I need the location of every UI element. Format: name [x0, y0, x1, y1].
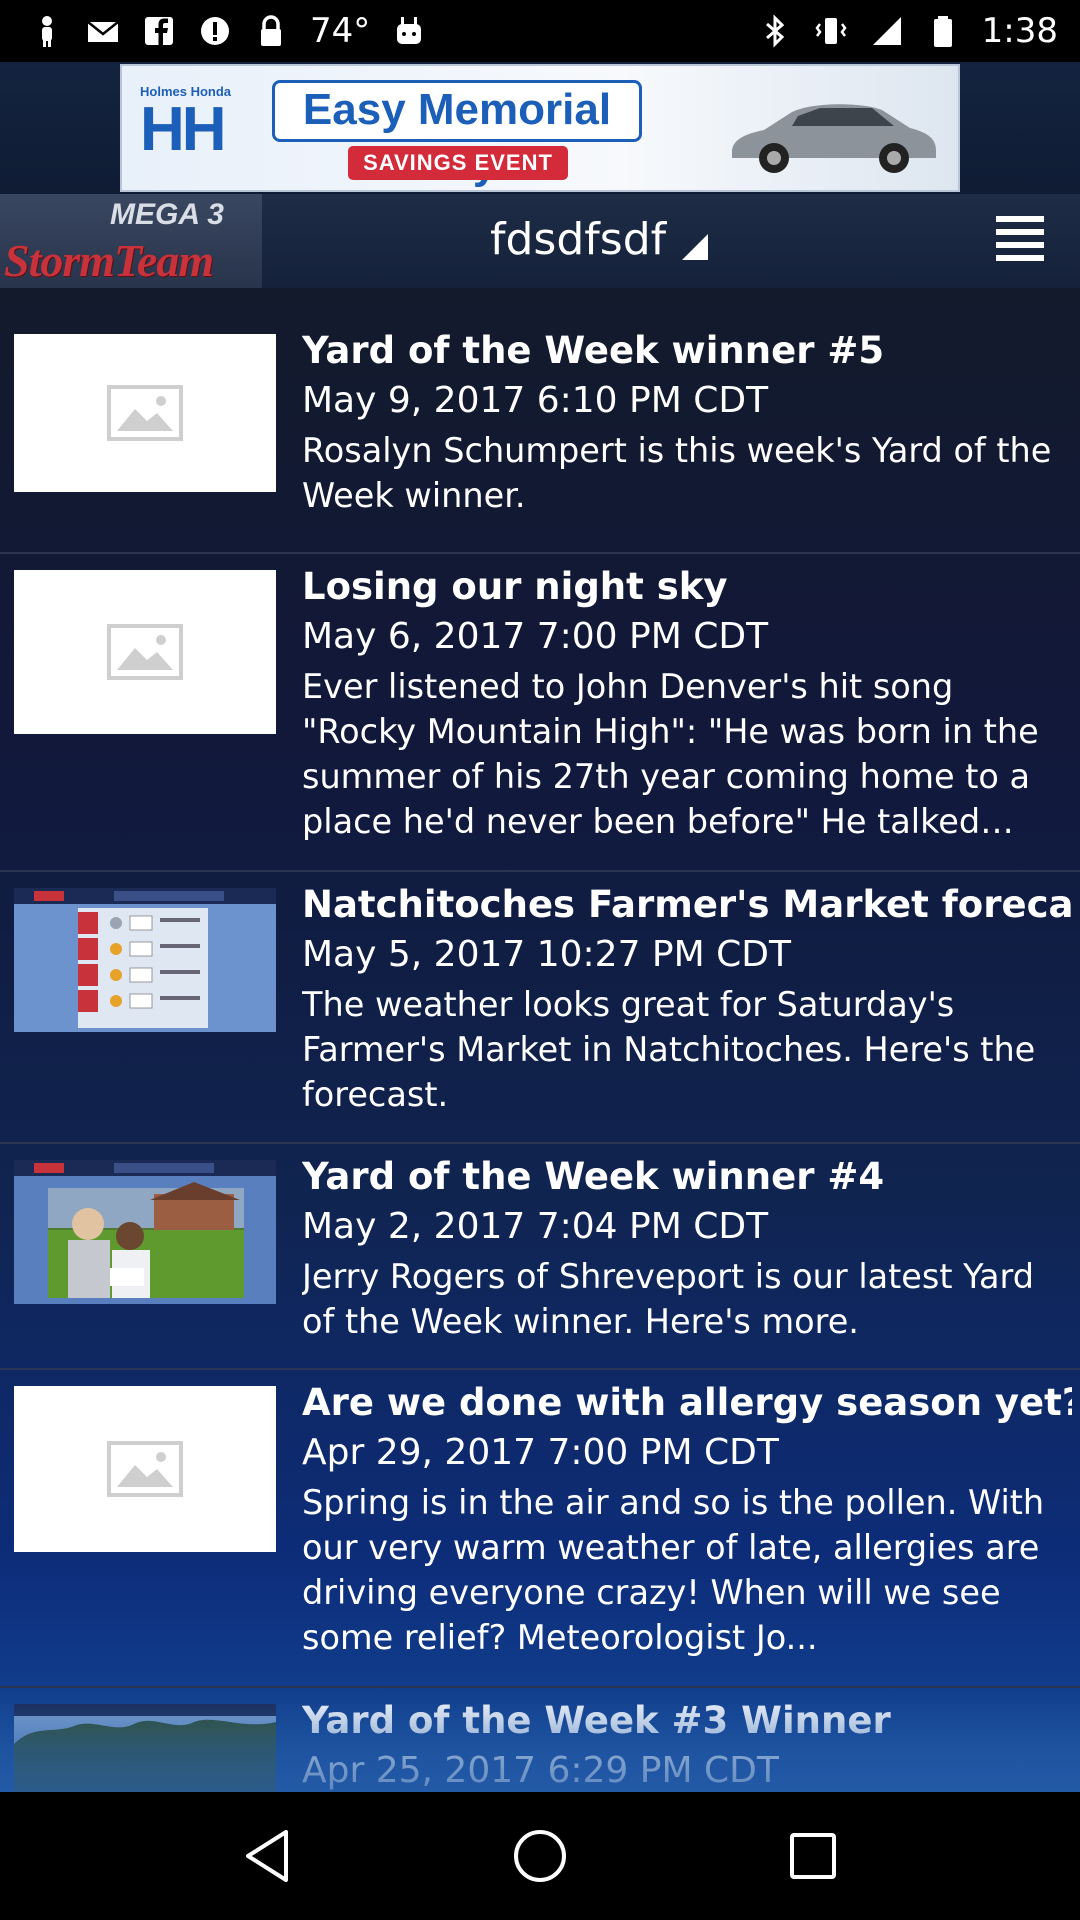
article-item[interactable]: Losing our night sky May 6, 2017 7:00 PM…	[0, 554, 1080, 872]
article-text: Yard of the Week winner #4 May 2, 2017 7…	[302, 1154, 1072, 1344]
article-text: Yard of the Week #3 Winner Apr 25, 2017 …	[302, 1698, 1072, 1792]
logo-top-text: MEGA 3	[110, 198, 224, 231]
bluetooth-icon	[765, 14, 784, 48]
placeholder-image-icon	[107, 1441, 183, 1497]
article-title: Yard of the Week winner #5	[302, 329, 885, 372]
article-item[interactable]: Yard of the Week winner #5 May 9, 2017 6…	[0, 328, 1080, 554]
menu-line-icon	[996, 242, 1044, 248]
article-thumbnail	[14, 334, 276, 492]
menu-line-icon	[996, 255, 1044, 261]
ad-headline: Easy Memorial Day	[272, 80, 642, 188]
article-text: Are we done with allergy season yet? Apr…	[302, 1380, 1072, 1660]
app-header: MEGA 3 StormTeam fdsdfsdf	[0, 194, 1080, 288]
article-summary: Ever listened to John Denver's hit song …	[302, 667, 1039, 841]
article-thumbnail	[14, 1386, 276, 1552]
article-summary: Spring is in the air and so is the polle…	[302, 1483, 1045, 1657]
article-summary: Jerry Rogers of Shreveport is our latest…	[302, 1257, 1034, 1341]
article-date: May 9, 2017 6:10 PM CDT	[302, 380, 769, 421]
ad-banner[interactable]: Holmes Honda HH Easy Memorial Day SAVING…	[120, 64, 960, 192]
placeholder-image-icon	[107, 624, 183, 680]
article-text: Losing our night sky May 6, 2017 7:00 PM…	[302, 564, 1072, 844]
back-button[interactable]	[235, 1824, 299, 1888]
dropdown-triangle-icon	[682, 234, 709, 260]
home-button[interactable]	[508, 1824, 572, 1888]
article-thumbnail	[14, 1160, 276, 1304]
article-date: Apr 25, 2017 6:29 PM CDT	[302, 1750, 779, 1791]
recents-button[interactable]	[781, 1824, 845, 1888]
trees-photo	[14, 1704, 276, 1792]
person-notification-icon	[42, 16, 52, 47]
article-date: May 6, 2017 7:00 PM CDT	[302, 616, 769, 657]
article-title: Natchitoches Farmer's Market forecast	[302, 883, 1072, 926]
status-left: 74°	[30, 11, 426, 51]
menu-line-icon	[996, 229, 1044, 235]
ad-brand-logo: Holmes Honda HH	[140, 84, 260, 176]
article-title: Yard of the Week #3 Winner	[302, 1699, 891, 1742]
article-date: Apr 29, 2017 7:00 PM CDT	[302, 1432, 779, 1473]
ad-subline: SAVINGS EVENT	[348, 146, 568, 180]
logo-bottom-text: StormTeam	[4, 235, 214, 286]
yard-photo	[14, 1160, 276, 1304]
menu-button[interactable]	[996, 216, 1044, 261]
article-item[interactable]: Yard of the Week winner #4 May 2, 2017 7…	[0, 1144, 1080, 1370]
article-summary: The weather looks great for Saturday's F…	[302, 985, 1036, 1114]
article-feed[interactable]: Yard of the Week winner #5 May 9, 2017 6…	[0, 288, 1080, 1792]
facebook-notification-icon	[145, 17, 173, 45]
location-selector[interactable]: fdsdfsdf	[490, 208, 710, 268]
article-text: Natchitoches Farmer's Market forecast Ma…	[302, 882, 1072, 1117]
status-right: 1:38	[758, 11, 1058, 51]
article-date: May 2, 2017 7:04 PM CDT	[302, 1206, 769, 1247]
stormteam-logo[interactable]: MEGA 3 StormTeam	[0, 194, 262, 288]
signal-icon	[872, 17, 901, 45]
lock-notification-icon	[261, 15, 281, 46]
forecast-graphic	[14, 888, 276, 1032]
article-thumbnail	[14, 1704, 276, 1792]
article-title: Are we done with allergy season yet?	[302, 1381, 1072, 1424]
ad-area: Holmes Honda HH Easy Memorial Day SAVING…	[0, 62, 1080, 194]
article-thumbnail	[14, 888, 276, 1032]
temperature-text: 74°	[310, 11, 371, 51]
status-bar: 74° 1:38	[0, 0, 1080, 62]
article-text: Yard of the Week winner #5 May 9, 2017 6…	[302, 328, 1072, 518]
car-image	[732, 104, 936, 173]
info-notification-icon	[201, 17, 229, 45]
mail-notification-icon	[87, 21, 119, 42]
back-triangle-icon	[245, 1830, 288, 1882]
article-summary: Rosalyn Schumpert is this week's Yard of…	[302, 431, 1052, 515]
home-circle-icon	[513, 1830, 566, 1882]
vibrate-icon	[815, 18, 847, 44]
article-thumbnail	[14, 570, 276, 734]
article-title: Yard of the Week winner #4	[302, 1155, 885, 1198]
article-title: Losing our night sky	[302, 565, 728, 608]
battery-icon	[933, 16, 952, 47]
android-notification-icon	[397, 17, 422, 44]
location-name: fdsdfsdf	[490, 214, 667, 265]
article-date: May 5, 2017 10:27 PM CDT	[302, 934, 791, 975]
article-item[interactable]: Natchitoches Farmer's Market forecast Ma…	[0, 872, 1080, 1144]
clock-text: 1:38	[981, 11, 1058, 51]
placeholder-image-icon	[107, 385, 183, 441]
article-item[interactable]: Yard of the Week #3 Winner Apr 25, 2017 …	[0, 1688, 1080, 1792]
recents-square-icon	[790, 1833, 837, 1879]
system-navigation-bar	[0, 1792, 1080, 1920]
menu-line-icon	[996, 216, 1044, 222]
ad-brand-letters: HH	[140, 95, 227, 164]
article-item[interactable]: Are we done with allergy season yet? Apr…	[0, 1370, 1080, 1688]
